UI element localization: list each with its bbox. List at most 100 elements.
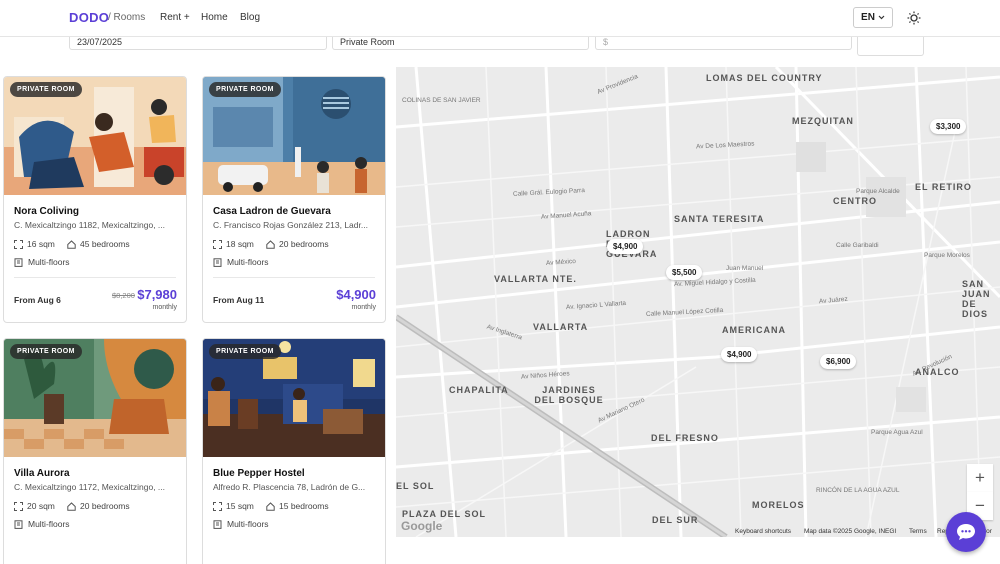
listing-image[interactable]: PRIVATE ROOM [203, 77, 385, 195]
map-street-label: COLINAS DE SAN JAVIER [402, 97, 481, 104]
room-type-badge: PRIVATE ROOM [10, 344, 82, 359]
building-icon [14, 519, 23, 529]
map-area-label: MEZQUITAN [792, 116, 854, 126]
map-area-label: LOMAS DEL COUNTRY [706, 73, 823, 83]
floors-label: Multi-floors [28, 257, 70, 267]
map-area-label: EL SOL [396, 481, 435, 491]
size-stat: 15 sqm [213, 501, 254, 511]
map-area-label: PLAZA DEL SOL [402, 509, 487, 519]
divider [14, 277, 176, 278]
language-label: EN [861, 12, 875, 23]
listing-title[interactable]: Villa Aurora [14, 468, 70, 479]
listing-price: $4,900 [336, 287, 376, 302]
breadcrumb[interactable]: / Rooms [108, 12, 145, 23]
bedrooms-label: 20 bedrooms [279, 239, 329, 249]
map-roads [396, 67, 1000, 537]
divider [213, 277, 375, 278]
availability-date: From Aug 6 [14, 295, 61, 305]
listings-panel: PRIVATE ROOM Nora Coliving C. Mexicaltzi… [0, 67, 396, 564]
map-area-label: SAN JUAN DE DIOS [962, 279, 991, 319]
listing-card[interactable]: PRIVATE ROOM Casa Ladron de Guevara C. F… [202, 76, 386, 323]
listing-price: $7,980 [137, 287, 177, 302]
map-price-pin[interactable]: $6,900 [820, 354, 857, 369]
map-park-label: Parque Morelos [924, 252, 970, 259]
map-price-pin[interactable]: $4,900 [607, 239, 644, 254]
size-stat: 16 sqm [14, 239, 55, 249]
map-attribution: Map data ©2025 Google, INEGI [804, 528, 897, 535]
listing-address: C. Francisco Rojas González 213, Ladr... [213, 220, 368, 230]
google-logo: Google [401, 519, 443, 533]
price-period: monthly [351, 304, 376, 311]
home-icon [266, 501, 275, 511]
floors-label: Multi-floors [227, 519, 269, 529]
map-park-label: Parque Agua Azul [871, 429, 923, 436]
size-label: 15 sqm [226, 501, 254, 511]
map-area-label: JARDINES DEL BOSQUE [534, 385, 604, 405]
listing-card[interactable]: PRIVATE ROOM Nora Coliving C. Mexicaltzi… [3, 76, 187, 323]
listing-title[interactable]: Blue Pepper Hostel [213, 468, 305, 479]
floors-label: Multi-floors [28, 519, 70, 529]
map-area-label: VALLARTA NTE. [494, 274, 577, 284]
old-price: $8,200 [112, 291, 135, 300]
home-icon [266, 239, 275, 249]
expand-icon [213, 239, 222, 249]
expand-icon [213, 501, 222, 511]
listing-card[interactable]: PRIVATE ROOM Blue Pepper Hostel Alfredo … [202, 338, 386, 564]
terms-link[interactable]: Terms [909, 528, 927, 537]
building-icon [14, 257, 23, 267]
size-stat: 20 sqm [14, 501, 55, 511]
listing-image[interactable]: PRIVATE ROOM [4, 339, 186, 457]
size-label: 20 sqm [27, 501, 55, 511]
nav-rent[interactable]: Rent + [160, 12, 190, 23]
bedrooms-stat: 15 bedrooms [266, 501, 329, 511]
bedrooms-stat: 20 bedrooms [67, 501, 130, 511]
chat-button[interactable] [946, 512, 986, 552]
map-area-small-label: RINCÓN DE LA AGUA AZUL [816, 487, 900, 494]
bedrooms-label: 15 bedrooms [279, 501, 329, 511]
listing-image[interactable]: PRIVATE ROOM [4, 77, 186, 195]
map-street-label: Juan Manuel [726, 265, 764, 272]
map-price-pin[interactable]: $3,300 [930, 119, 967, 134]
map-price-pin[interactable]: $5,500 [666, 265, 703, 280]
floors-label: Multi-floors [227, 257, 269, 267]
map-area-label: CENTRO [833, 196, 877, 206]
language-selector[interactable]: EN [853, 7, 893, 28]
map-area-label: SANTA TERESITA [674, 214, 765, 224]
map-area-label: VALLARTA [533, 322, 589, 332]
size-label: 18 sqm [226, 239, 254, 249]
room-type-badge: PRIVATE ROOM [209, 344, 281, 359]
bedrooms-stat: 45 bedrooms [67, 239, 130, 249]
map-area-label: EL RETIRO [915, 182, 972, 192]
chat-bubble-icon [957, 524, 975, 540]
listing-address: C. Mexicaltzingo 1182, Mexicaltzingo, ..… [14, 220, 166, 230]
theme-toggle-sun-icon[interactable] [906, 10, 922, 26]
floors-stat: Multi-floors [14, 519, 70, 529]
listing-title[interactable]: Casa Ladron de Guevara [213, 206, 331, 217]
filter-bar: 23/07/2025 Private Room $ [0, 30, 1000, 67]
keyboard-shortcuts-link[interactable]: Keyboard shortcuts [735, 528, 791, 537]
room-type-badge: PRIVATE ROOM [10, 82, 82, 97]
zoom-in-button[interactable]: + [967, 464, 993, 492]
logo[interactable]: DODO [69, 10, 109, 25]
map-price-pin[interactable]: $4,900 [721, 347, 758, 362]
floors-stat: Multi-floors [213, 257, 269, 267]
map-area-label: MORELOS [752, 500, 805, 510]
nav-home[interactable]: Home [201, 12, 228, 23]
floors-stat: Multi-floors [213, 519, 269, 529]
price-period: monthly [152, 304, 177, 311]
listing-address: Alfredo R. Plascencia 78, Ladrón de G... [213, 482, 366, 492]
map-park-label: Parque Alcalde [856, 188, 900, 195]
floors-stat: Multi-floors [14, 257, 70, 267]
nav-blog[interactable]: Blog [240, 12, 260, 23]
map-area-label: CHAPALITA [449, 385, 509, 395]
listing-card[interactable]: PRIVATE ROOM Villa Aurora C. Mexicaltzin… [3, 338, 187, 564]
listing-title[interactable]: Nora Coliving [14, 206, 79, 217]
map-area-label: DEL SUR [652, 515, 699, 525]
home-icon [67, 239, 76, 249]
listing-image[interactable]: PRIVATE ROOM [203, 339, 385, 457]
availability-date: From Aug 11 [213, 295, 265, 305]
map[interactable]: COLINAS DE SAN JAVIER Av Providencia Av … [396, 67, 1000, 537]
room-type-badge: PRIVATE ROOM [209, 82, 281, 97]
bedrooms-label: 45 bedrooms [80, 239, 130, 249]
expand-icon [14, 501, 23, 511]
